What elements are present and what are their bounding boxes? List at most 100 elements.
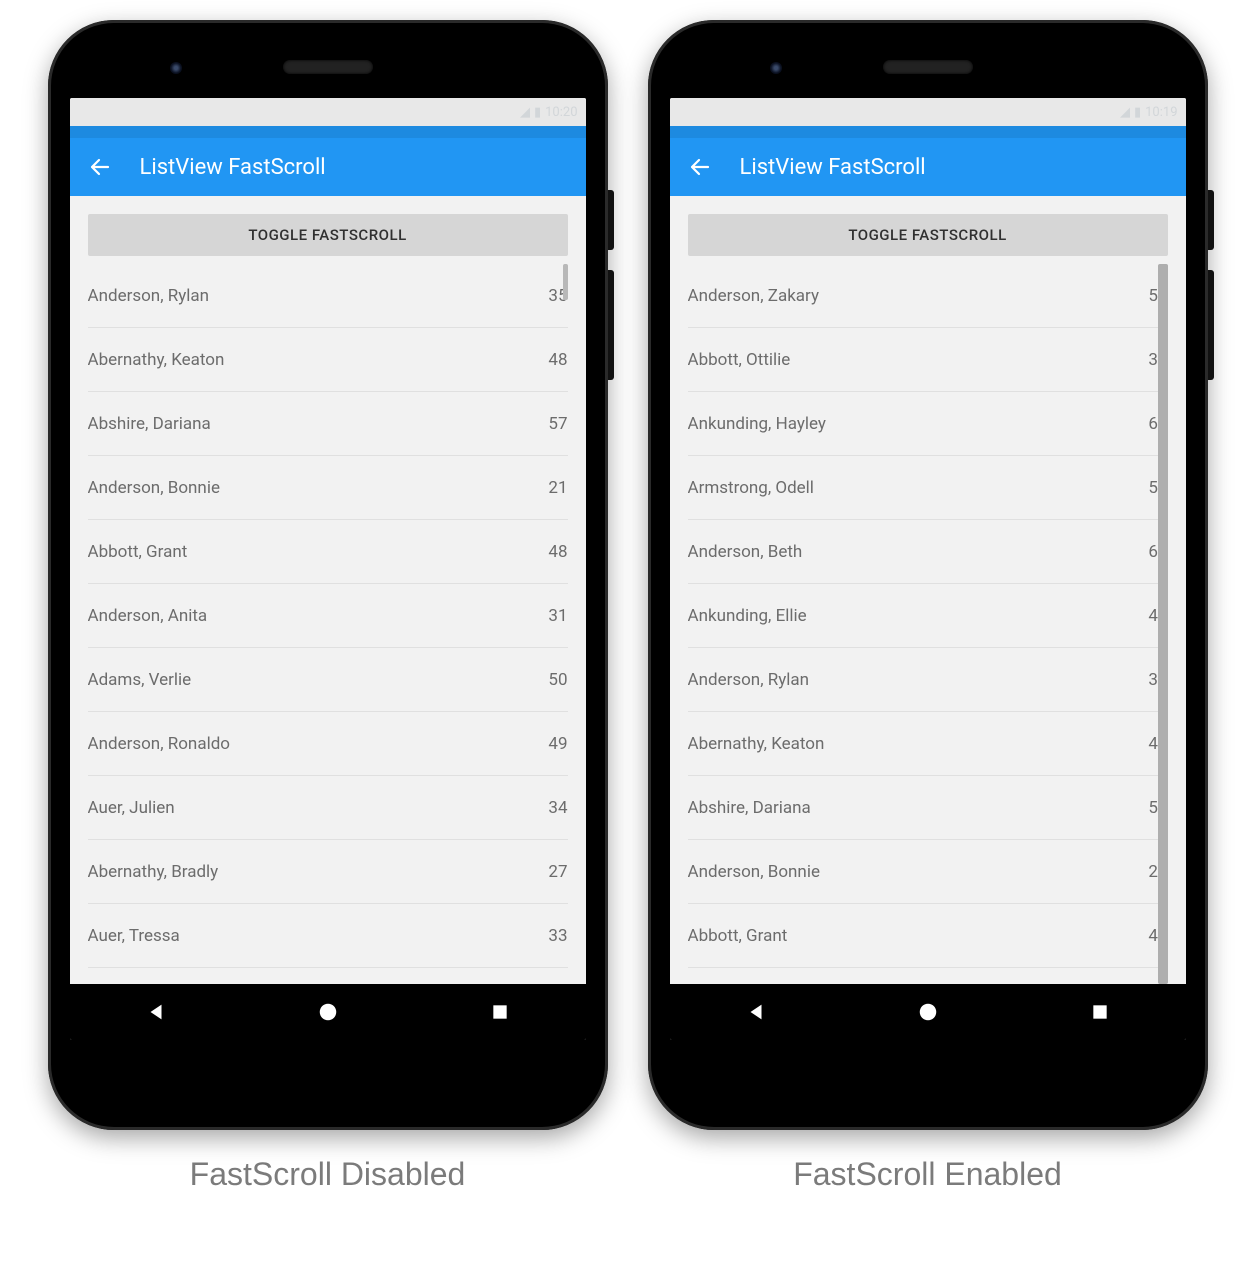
- list-item[interactable]: Anderson, Zakary57: [688, 264, 1168, 328]
- list-item-value: 21: [548, 478, 567, 498]
- camera-dot: [170, 62, 182, 74]
- list-item[interactable]: Anderson, Ronaldo 49: [88, 712, 568, 776]
- list-item-name: Abshire, Dariana: [88, 414, 211, 434]
- volume-button: [608, 270, 614, 380]
- status-bar: ◢ ▮ 10:19: [670, 98, 1186, 126]
- list-item-value: 31: [548, 606, 567, 626]
- list-item[interactable]: Anderson, Anita 31: [88, 584, 568, 648]
- list-item-value: 33: [548, 926, 567, 946]
- nav-back-icon[interactable]: [745, 1001, 767, 1023]
- list-item-value: 27: [548, 862, 567, 882]
- caption-left: FastScroll Disabled: [190, 1156, 466, 1193]
- list-item[interactable]: Anderson, Bonnie 21: [88, 456, 568, 520]
- toggle-fastscroll-button[interactable]: TOGGLE FASTSCROLL: [88, 214, 568, 256]
- list-item-name: Abernathy, Keaton: [688, 734, 825, 754]
- list-item-name: Auer, Tressa: [88, 926, 180, 946]
- right-column: ◢ ▮ 10:19 ListView FastScroll TOGGLE FAS…: [648, 20, 1208, 1193]
- list-item[interactable]: Ankunding, Ellie45: [688, 584, 1168, 648]
- camera-dot: [770, 62, 782, 74]
- caption-right: FastScroll Enabled: [793, 1156, 1062, 1193]
- list-item[interactable]: Abbott, Grant 48: [88, 520, 568, 584]
- list-item[interactable]: Anderson, Beth62: [688, 520, 1168, 584]
- list-item-name: Anderson, Zakary: [688, 286, 820, 306]
- nav-home-icon[interactable]: [917, 1001, 939, 1023]
- list-item-name: Anderson, Beth: [688, 542, 803, 562]
- speaker-grill: [283, 60, 373, 74]
- list-item-name: Ankunding, Ellie: [688, 606, 807, 626]
- battery-icon: ▮: [1134, 105, 1141, 120]
- nav-bar: [670, 984, 1186, 1040]
- list-item[interactable]: Abshire, Dariana57: [688, 776, 1168, 840]
- nav-bar: [70, 984, 586, 1040]
- list-item-value: 48: [548, 542, 567, 562]
- list-item-name: Anderson, Rylan: [88, 286, 210, 306]
- left-column: ◢ ▮ 10:20 ListView FastScroll TOGGLE FAS…: [48, 20, 608, 1193]
- power-button: [1208, 190, 1214, 250]
- list-item-name: Anderson, Rylan: [688, 670, 810, 690]
- list-item[interactable]: Anderson, Rylan35: [88, 264, 568, 328]
- list-item-name: Abbott, Ottilie: [688, 350, 791, 370]
- status-bar: ◢ ▮ 10:20: [70, 98, 586, 126]
- list-item-name: Abbott, Grant: [688, 926, 788, 946]
- nav-recent-icon[interactable]: [490, 1002, 510, 1022]
- status-time: 10:20: [545, 105, 577, 120]
- list-item-value: 49: [548, 734, 567, 754]
- list-item[interactable]: Auer, Julien 34: [88, 776, 568, 840]
- list-item[interactable]: Auer, Tressa 33: [88, 904, 568, 968]
- app-title: ListView FastScroll: [140, 155, 326, 180]
- list-item-name: Anderson, Bonnie: [88, 478, 220, 498]
- app-title: ListView FastScroll: [740, 155, 926, 180]
- nav-home-icon[interactable]: [317, 1001, 339, 1023]
- list-item[interactable]: Abshire, Dariana 57: [88, 392, 568, 456]
- list-view[interactable]: Anderson, Zakary57Abbott, Ottilie39Ankun…: [688, 264, 1168, 984]
- power-button: [608, 190, 614, 250]
- list-item-name: Anderson, Bonnie: [688, 862, 820, 882]
- app-bar: ListView FastScroll: [670, 138, 1186, 196]
- content-area: TOGGLE FASTSCROLL Anderson, Zakary57Abbo…: [670, 196, 1186, 984]
- volume-button: [1208, 270, 1214, 380]
- list-item-name: Abernathy, Bradly: [88, 862, 219, 882]
- back-arrow-icon[interactable]: [88, 155, 112, 179]
- list-item-name: Abshire, Dariana: [688, 798, 811, 818]
- battery-icon: ▮: [534, 105, 541, 120]
- toggle-fastscroll-button[interactable]: TOGGLE FASTSCROLL: [688, 214, 1168, 256]
- screen-right: ◢ ▮ 10:19 ListView FastScroll TOGGLE FAS…: [670, 98, 1186, 1040]
- list-item-value: 34: [548, 798, 567, 818]
- list-item-name: Abbott, Grant: [88, 542, 188, 562]
- signal-icon: ◢: [520, 105, 530, 120]
- nav-recent-icon[interactable]: [1090, 1002, 1110, 1022]
- list-item-value: 48: [548, 350, 567, 370]
- list-item[interactable]: Abernathy, Bradly 27: [88, 840, 568, 904]
- status-time: 10:19: [1145, 105, 1177, 120]
- list-item-name: Ankunding, Hayley: [688, 414, 826, 434]
- list-item-name: Auer, Julien: [88, 798, 175, 818]
- signal-icon: ◢: [1120, 105, 1130, 120]
- list-item-value: 57: [548, 414, 567, 434]
- list-item-name: Anderson, Anita: [88, 606, 208, 626]
- list-view[interactable]: Anderson, Rylan35Abernathy, Keaton48Absh…: [88, 264, 568, 984]
- list-item[interactable]: Abernathy, Keaton48: [88, 328, 568, 392]
- speaker-grill: [883, 60, 973, 74]
- fastscroll-thumb[interactable]: [1158, 264, 1168, 984]
- screen-left: ◢ ▮ 10:20 ListView FastScroll TOGGLE FAS…: [70, 98, 586, 1040]
- list-item-value: 50: [548, 670, 567, 690]
- scrollbar-thin[interactable]: [563, 264, 568, 300]
- back-arrow-icon[interactable]: [688, 155, 712, 179]
- list-item[interactable]: Abernathy, Keaton48: [688, 712, 1168, 776]
- list-item[interactable]: Anderson, Rylan35: [688, 648, 1168, 712]
- phone-frame-right: ◢ ▮ 10:19 ListView FastScroll TOGGLE FAS…: [648, 20, 1208, 1130]
- status-bar-tint: [70, 126, 586, 138]
- list-item[interactable]: Abbott, Grant48: [688, 904, 1168, 968]
- nav-back-icon[interactable]: [145, 1001, 167, 1023]
- list-item-name: Adams, Verlie: [88, 670, 192, 690]
- app-bar: ListView FastScroll: [70, 138, 586, 196]
- status-bar-tint: [670, 126, 1186, 138]
- content-area: TOGGLE FASTSCROLL Anderson, Rylan35Abern…: [70, 196, 586, 984]
- list-item[interactable]: Abbott, Ottilie39: [688, 328, 1168, 392]
- list-item-name: Anderson, Ronaldo: [88, 734, 230, 754]
- phone-frame-left: ◢ ▮ 10:20 ListView FastScroll TOGGLE FAS…: [48, 20, 608, 1130]
- list-item[interactable]: Adams, Verlie 50: [88, 648, 568, 712]
- list-item[interactable]: Armstrong, Odell50: [688, 456, 1168, 520]
- list-item[interactable]: Anderson, Bonnie21: [688, 840, 1168, 904]
- list-item[interactable]: Ankunding, Hayley60: [688, 392, 1168, 456]
